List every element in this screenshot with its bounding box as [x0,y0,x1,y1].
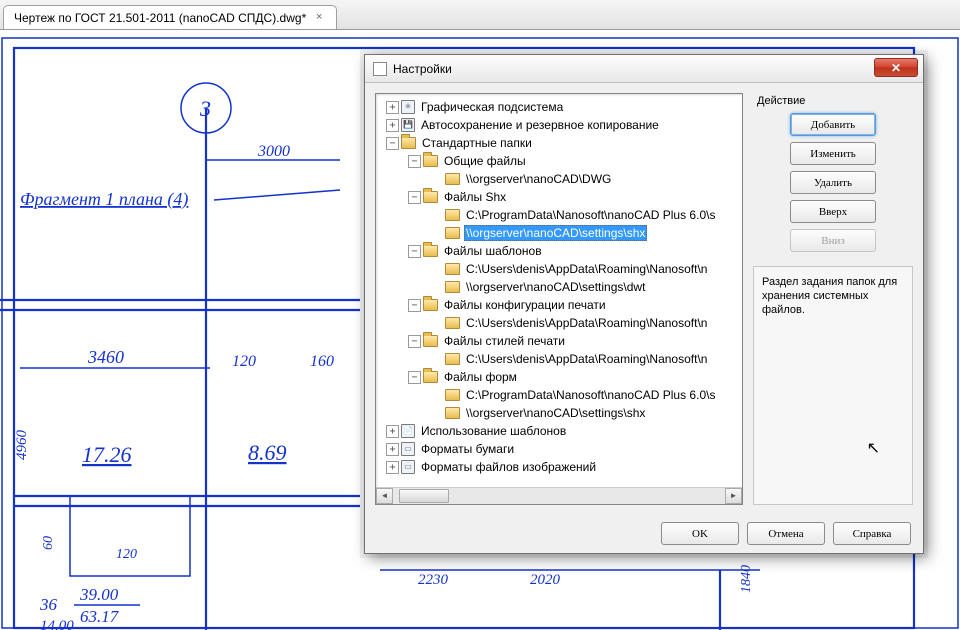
folder-icon [445,389,460,401]
cursor-icon: ↖ [867,442,880,456]
folder-icon [423,335,438,347]
tab-close-icon[interactable]: × [312,11,326,25]
folder-icon [423,155,438,167]
folder-icon [445,209,460,221]
svg-text:3000: 3000 [257,143,290,160]
svg-text:2020: 2020 [530,572,561,588]
svg-text:3460: 3460 [87,347,124,367]
tree-path[interactable]: C:\ProgramData\Nanosoft\nanoCAD Plus 6.0… [464,387,717,403]
folder-icon [445,263,460,275]
svg-text:63.17: 63.17 [80,607,120,626]
down-button[interactable]: Вниз [790,229,876,252]
action-panel: Действие Добавить Изменить Удалить Вверх… [753,93,913,505]
folder-icon [423,299,438,311]
scroll-thumb[interactable] [399,489,449,503]
action-label: Действие [757,95,913,107]
svg-text:39.00: 39.00 [79,585,119,604]
tree-item-common[interactable]: Общие файлы [442,153,528,169]
image-icon: ▭ [401,460,415,474]
tree-item-template-use[interactable]: Использование шаблонов [419,423,568,439]
tree-item-shx[interactable]: Файлы Shx [442,189,508,205]
folder-icon [445,173,460,185]
folder-icon [401,137,416,149]
tree-item-forms[interactable]: Файлы форм [442,369,519,385]
grid-bubble: 3 [199,96,211,121]
tree-item-templates[interactable]: Файлы шаблонов [442,243,544,259]
tree-item-std-folders[interactable]: Стандартные папки [420,135,534,151]
template-icon: 📄 [401,424,415,438]
close-button[interactable]: ✕ [874,58,918,77]
cancel-button[interactable]: Отмена [747,522,825,545]
svg-text:17.26: 17.26 [82,442,132,467]
folder-icon [445,281,460,293]
document-tab-bar: Чертеж по ГОСТ 21.501-2011 (nanoCAD СПДС… [0,0,960,30]
svg-text:8.69: 8.69 [248,440,287,465]
tree-path[interactable]: C:\Users\denis\AppData\Roaming\Nanosoft\… [464,315,709,331]
tree-item-printconfig[interactable]: Файлы конфигурации печати [442,297,608,313]
tree-item-printstyles[interactable]: Файлы стилей печати [442,333,567,349]
folder-icon [423,191,438,203]
svg-text:1840: 1840 [739,565,754,593]
folder-icon [445,317,460,329]
scroll-left-icon[interactable]: ◄ [376,488,393,504]
settings-dialog: Настройки ✕ +✳Графическая подсистема +💾А… [364,54,924,554]
svg-text:4960: 4960 [14,430,30,461]
folder-icon [423,245,438,257]
settings-tree[interactable]: +✳Графическая подсистема +💾Автосохранени… [375,93,743,505]
tree-item-autosave[interactable]: Автосохранение и резервное копирование [419,117,661,133]
add-button[interactable]: Добавить [790,113,876,136]
svg-text:14.00: 14.00 [40,618,74,630]
document-tab[interactable]: Чертеж по ГОСТ 21.501-2011 (nanoCAD СПДС… [3,5,337,29]
up-button[interactable]: Вверх [790,200,876,223]
tree-item-graphics[interactable]: Графическая подсистема [419,99,565,115]
tree-path-selected[interactable]: \\orgserver\nanoCAD\settings\shx [464,225,647,241]
help-button[interactable]: Справка [833,522,911,545]
dialog-title-bar[interactable]: Настройки ✕ [365,55,923,83]
folder-icon [423,371,438,383]
page-icon: ▭ [401,442,415,456]
document-tab-title: Чертеж по ГОСТ 21.501-2011 (nanoCAD СПДС… [14,11,306,25]
svg-text:2230: 2230 [418,572,449,588]
tree-path[interactable]: C:\Users\denis\AppData\Roaming\Nanosoft\… [464,351,709,367]
tree-path[interactable]: \\orgserver\nanoCAD\settings\dwt [464,279,647,295]
ok-button[interactable]: OK [661,522,739,545]
gear-icon: ✳ [401,100,415,114]
svg-text:60: 60 [41,536,56,550]
dialog-button-row: OK Отмена Справка [661,522,911,545]
tree-path[interactable]: C:\Users\denis\AppData\Roaming\Nanosoft\… [464,261,709,277]
delete-button[interactable]: Удалить [790,171,876,194]
dialog-title: Настройки [393,62,452,76]
scroll-right-icon[interactable]: ► [725,488,742,504]
svg-text:36: 36 [39,595,58,614]
tree-path[interactable]: C:\ProgramData\Nanosoft\nanoCAD Plus 6.0… [464,207,717,223]
svg-text:160: 160 [310,353,334,370]
tree-item-paper-formats[interactable]: Форматы бумаги [419,441,516,457]
tree-path[interactable]: \\orgserver\nanoCAD\DWG [464,171,613,187]
horizontal-scrollbar[interactable]: ◄ ► [376,487,742,504]
svg-text:120: 120 [116,547,137,562]
save-icon: 💾 [401,118,415,132]
svg-text:120: 120 [232,353,256,370]
tree-path[interactable]: \\orgserver\nanoCAD\settings\shx [464,405,647,421]
folder-icon [445,407,460,419]
folder-icon [445,227,460,239]
description-text: Раздел задания папок для хранения систем… [762,276,897,316]
tree-item-image-formats[interactable]: Форматы файлов изображений [419,459,598,475]
folder-icon [445,353,460,365]
app-icon [373,62,387,76]
description-panel: Раздел задания папок для хранения систем… [753,266,913,505]
svg-text:Фрагмент 1 плана (4): Фрагмент 1 плана (4) [20,189,188,210]
edit-button[interactable]: Изменить [790,142,876,165]
